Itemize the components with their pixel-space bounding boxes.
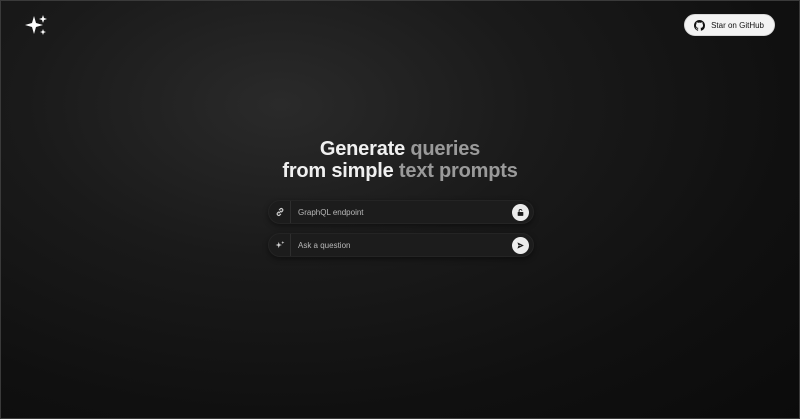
graphql-endpoint-input[interactable] — [291, 201, 512, 223]
github-icon — [694, 19, 706, 31]
hero-line-1: Generate queries — [0, 138, 800, 160]
hero-line-2-dim: text prompts — [398, 160, 518, 182]
hero-line-1-dim: queries — [410, 138, 481, 160]
hero-line-2: from simple text prompts — [0, 160, 800, 182]
question-field — [268, 233, 534, 257]
hero-line-1-bright: Generate — [319, 138, 411, 160]
link-icon — [269, 201, 291, 223]
hero-line-2-bright: from simple — [282, 160, 399, 182]
github-button-label: Star on GitHub — [711, 20, 764, 30]
lock-open-icon[interactable] — [512, 203, 529, 221]
sparkles-logo-icon[interactable] — [24, 14, 48, 38]
hero-heading: Generate queries from simple text prompt… — [0, 138, 800, 182]
send-icon[interactable] — [512, 236, 529, 254]
ask-question-input[interactable] — [291, 234, 512, 256]
sparkles-icon — [269, 234, 291, 256]
star-on-github-button[interactable]: Star on GitHub — [684, 14, 775, 36]
endpoint-field — [268, 200, 534, 224]
